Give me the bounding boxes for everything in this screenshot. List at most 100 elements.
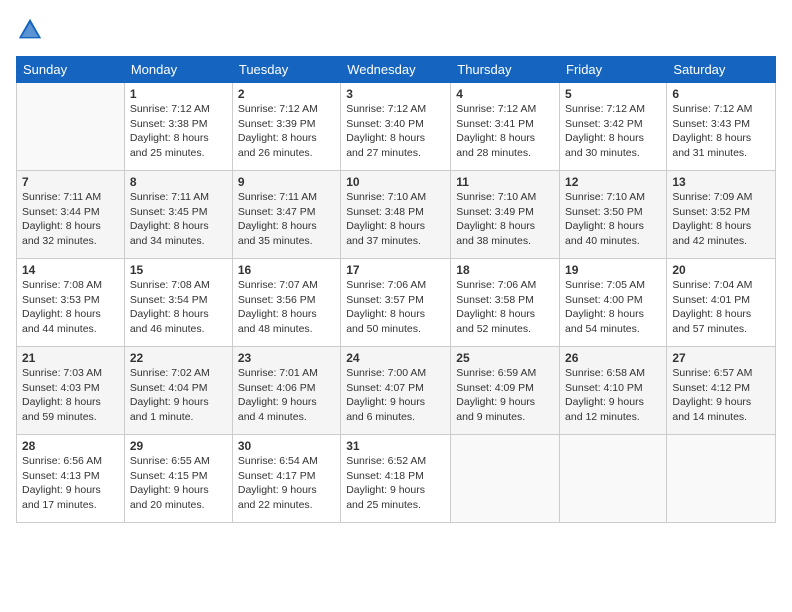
daylight: Daylight: 8 hours and 27 minutes. [346, 132, 425, 159]
calendar-cell: 14Sunrise: 7:08 AMSunset: 3:53 PMDayligh… [17, 259, 125, 347]
daylight: Daylight: 9 hours and 1 minute. [130, 396, 209, 423]
day-number: 13 [672, 175, 770, 189]
day-info: Sunrise: 6:59 AMSunset: 4:09 PMDaylight:… [456, 366, 554, 425]
daylight: Daylight: 9 hours and 9 minutes. [456, 396, 535, 423]
day-number: 26 [565, 351, 661, 365]
daylight: Daylight: 8 hours and 35 minutes. [238, 220, 317, 247]
logo [16, 16, 48, 44]
sunrise: Sunrise: 7:12 AM [565, 103, 645, 115]
calendar-cell: 17Sunrise: 7:06 AMSunset: 3:57 PMDayligh… [341, 259, 451, 347]
sunrise: Sunrise: 7:12 AM [672, 103, 752, 115]
logo-icon [16, 16, 44, 44]
sunset: Sunset: 3:50 PM [565, 206, 643, 218]
week-row-3: 14Sunrise: 7:08 AMSunset: 3:53 PMDayligh… [17, 259, 776, 347]
page-container: SundayMondayTuesdayWednesdayThursdayFrid… [0, 0, 792, 531]
week-row-5: 28Sunrise: 6:56 AMSunset: 4:13 PMDayligh… [17, 435, 776, 523]
calendar-cell: 9Sunrise: 7:11 AMSunset: 3:47 PMDaylight… [232, 171, 340, 259]
day-info: Sunrise: 6:57 AMSunset: 4:12 PMDaylight:… [672, 366, 770, 425]
sunset: Sunset: 3:43 PM [672, 118, 750, 130]
sunset: Sunset: 3:42 PM [565, 118, 643, 130]
day-number: 6 [672, 87, 770, 101]
header [16, 16, 776, 44]
calendar-cell [17, 83, 125, 171]
day-number: 30 [238, 439, 335, 453]
sunset: Sunset: 3:38 PM [130, 118, 208, 130]
sunset: Sunset: 3:54 PM [130, 294, 208, 306]
day-info: Sunrise: 7:02 AMSunset: 4:04 PMDaylight:… [130, 366, 227, 425]
sunrise: Sunrise: 6:57 AM [672, 367, 752, 379]
calendar-cell: 7Sunrise: 7:11 AMSunset: 3:44 PMDaylight… [17, 171, 125, 259]
day-number: 23 [238, 351, 335, 365]
calendar-cell: 3Sunrise: 7:12 AMSunset: 3:40 PMDaylight… [341, 83, 451, 171]
daylight: Daylight: 9 hours and 25 minutes. [346, 484, 425, 511]
daylight: Daylight: 8 hours and 57 minutes. [672, 308, 751, 335]
calendar-cell: 19Sunrise: 7:05 AMSunset: 4:00 PMDayligh… [560, 259, 667, 347]
day-number: 9 [238, 175, 335, 189]
day-number: 11 [456, 175, 554, 189]
sunset: Sunset: 4:03 PM [22, 382, 100, 394]
calendar-cell: 11Sunrise: 7:10 AMSunset: 3:49 PMDayligh… [451, 171, 560, 259]
day-number: 14 [22, 263, 119, 277]
day-number: 27 [672, 351, 770, 365]
day-info: Sunrise: 6:52 AMSunset: 4:18 PMDaylight:… [346, 454, 445, 513]
calendar-cell: 12Sunrise: 7:10 AMSunset: 3:50 PMDayligh… [560, 171, 667, 259]
calendar-cell: 26Sunrise: 6:58 AMSunset: 4:10 PMDayligh… [560, 347, 667, 435]
sunrise: Sunrise: 7:11 AM [22, 191, 101, 203]
calendar-cell: 18Sunrise: 7:06 AMSunset: 3:58 PMDayligh… [451, 259, 560, 347]
sunset: Sunset: 3:52 PM [672, 206, 750, 218]
day-info: Sunrise: 7:11 AMSunset: 3:45 PMDaylight:… [130, 190, 227, 249]
sunset: Sunset: 3:53 PM [22, 294, 100, 306]
day-info: Sunrise: 7:12 AM Sunset: 3:41 PM Daylight:… [456, 102, 554, 161]
sunrise: Sunrise: 7:04 AM [672, 279, 752, 291]
day-number: 28 [22, 439, 119, 453]
sunrise: Sunrise: 6:58 AM [565, 367, 645, 379]
calendar-cell: 5Sunrise: 7:12 AMSunset: 3:42 PMDaylight… [560, 83, 667, 171]
day-info: Sunrise: 7:10 AMSunset: 3:49 PMDaylight:… [456, 190, 554, 249]
daylight: Daylight: 8 hours and 46 minutes. [130, 308, 209, 335]
day-number: 15 [130, 263, 227, 277]
sunrise: Sunrise: 7:03 AM [22, 367, 102, 379]
day-info: Sunrise: 7:08 AMSunset: 3:54 PMDaylight:… [130, 278, 227, 337]
sunrise: Sunrise: 7:12 AM [346, 103, 426, 115]
day-number: 25 [456, 351, 554, 365]
daylight: Daylight: 8 hours and 28 minutes. [456, 132, 535, 159]
calendar-cell [560, 435, 667, 523]
daylight: Daylight: 8 hours and 38 minutes. [456, 220, 535, 247]
sunrise: Sunrise: 6:55 AM [130, 455, 210, 467]
day-number: 10 [346, 175, 445, 189]
sunrise: Sunrise: 7:10 AM [346, 191, 426, 203]
daylight: Daylight: 8 hours and 30 minutes. [565, 132, 644, 159]
calendar-cell [451, 435, 560, 523]
day-info: Sunrise: 6:58 AMSunset: 4:10 PMDaylight:… [565, 366, 661, 425]
sunrise: Sunrise: 7:00 AM [346, 367, 426, 379]
day-info: Sunrise: 7:00 AMSunset: 4:07 PMDaylight:… [346, 366, 445, 425]
sunset: Sunset: 3:56 PM [238, 294, 316, 306]
sunset: Sunset: 4:17 PM [238, 470, 316, 482]
day-number: 24 [346, 351, 445, 365]
sunrise: Sunrise: 7:12 AM [456, 103, 536, 115]
calendar-cell: 22Sunrise: 7:02 AMSunset: 4:04 PMDayligh… [124, 347, 232, 435]
sunset: Sunset: 3:47 PM [238, 206, 316, 218]
calendar-table: SundayMondayTuesdayWednesdayThursdayFrid… [16, 56, 776, 523]
calendar-cell: 25Sunrise: 6:59 AMSunset: 4:09 PMDayligh… [451, 347, 560, 435]
daylight: Daylight: 8 hours and 59 minutes. [22, 396, 101, 423]
sunset: Sunset: 4:06 PM [238, 382, 316, 394]
sunset: Sunset: 4:09 PM [456, 382, 534, 394]
day-info: Sunrise: 7:07 AMSunset: 3:56 PMDaylight:… [238, 278, 335, 337]
day-number: 8 [130, 175, 227, 189]
weekday-header-tuesday: Tuesday [232, 57, 340, 83]
sunrise: Sunrise: 7:02 AM [130, 367, 210, 379]
calendar-cell: 24Sunrise: 7:00 AMSunset: 4:07 PMDayligh… [341, 347, 451, 435]
day-info: Sunrise: 7:05 AMSunset: 4:00 PMDaylight:… [565, 278, 661, 337]
sunset: Sunset: 4:15 PM [130, 470, 208, 482]
calendar-cell: 30Sunrise: 6:54 AMSunset: 4:17 PMDayligh… [232, 435, 340, 523]
daylight: Daylight: 9 hours and 17 minutes. [22, 484, 101, 511]
day-info: Sunrise: 7:12 AMSunset: 3:39 PMDaylight:… [238, 102, 335, 161]
daylight: Daylight: 8 hours and 26 minutes. [238, 132, 317, 159]
sunset: Sunset: 4:10 PM [565, 382, 643, 394]
sunset: Sunset: 3:41 PM [456, 118, 534, 130]
sunset: Sunset: 4:13 PM [22, 470, 100, 482]
sunrise: Sunrise: 7:12 AM [130, 103, 210, 115]
weekday-header-thursday: Thursday [451, 57, 560, 83]
sunset: Sunset: 4:01 PM [672, 294, 750, 306]
